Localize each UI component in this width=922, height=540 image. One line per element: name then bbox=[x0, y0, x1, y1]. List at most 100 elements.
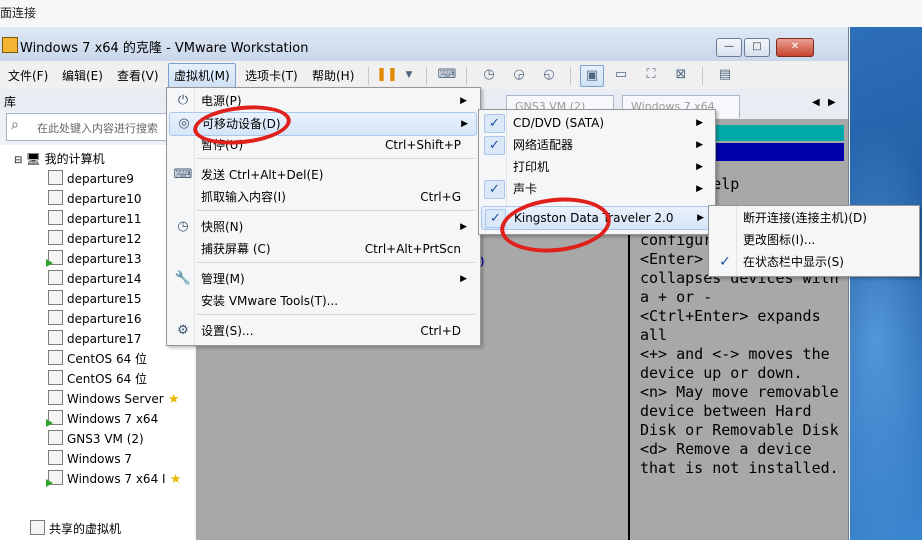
unity-icon[interactable]: ⊠ bbox=[670, 65, 692, 85]
tree-node-vm[interactable]: departure10 bbox=[48, 189, 142, 209]
vm-icon bbox=[46, 250, 63, 267]
power-icon: ⏻ bbox=[177, 93, 189, 108]
keyboard-icon: ⌨ bbox=[173, 167, 193, 182]
tree-node-shared-vms[interactable]: 共享的虚拟机 bbox=[30, 519, 121, 539]
vm-icon bbox=[48, 310, 63, 325]
menu-vm[interactable]: 虚拟机(M) bbox=[168, 63, 236, 88]
wrench-icon: 🔧 bbox=[174, 271, 192, 286]
strip-text: 面连接 bbox=[0, 6, 37, 20]
favorite-star-icon: ★ bbox=[165, 472, 182, 487]
collapse-icon[interactable]: ⊟ bbox=[14, 155, 26, 166]
menu-item-label: 抓取输入内容(I) bbox=[201, 190, 286, 204]
removable-device-item[interactable]: 打印机 ▶ bbox=[481, 156, 709, 178]
menu-view[interactable]: 查看(V) bbox=[117, 67, 159, 84]
search-icon: ⌕ bbox=[11, 117, 19, 133]
fullscreen-icon[interactable]: ⛶ bbox=[640, 65, 662, 85]
submenu-arrow-icon: ▶ bbox=[460, 222, 467, 232]
tree-node-vm[interactable]: Windows 7 x64 bbox=[46, 409, 158, 429]
removable-device-item[interactable]: ✓ CD/DVD (SATA) ▶ bbox=[481, 112, 709, 134]
menu-item-label: 断开连接(连接主机)(D) bbox=[743, 211, 867, 225]
check-icon: ✓ bbox=[719, 254, 731, 270]
vm-icon bbox=[48, 210, 63, 225]
tree-node-vm[interactable]: departure12 bbox=[48, 229, 142, 249]
submenu-arrow-icon: ▶ bbox=[696, 118, 703, 128]
vm-icon bbox=[48, 270, 63, 285]
pause-icon[interactable]: ❚❚ bbox=[376, 65, 398, 85]
submenu-arrow-icon: ▶ bbox=[461, 119, 468, 129]
snapshot-revert-icon[interactable]: ◶ bbox=[508, 65, 530, 85]
favorite-star-icon: ★ bbox=[163, 392, 180, 407]
tree-node-vm[interactable]: departure13 bbox=[46, 249, 142, 269]
submenu-arrow-icon: ▶ bbox=[697, 213, 704, 223]
menu-item-label: 更改图标(I)... bbox=[743, 233, 816, 247]
tree-node-vm[interactable]: departure11 bbox=[48, 209, 142, 229]
library-search-input[interactable]: ⌕ 在此处键入内容进行搜索 bbox=[6, 113, 193, 141]
tree-label: departure12 bbox=[67, 232, 142, 246]
tree-node-vm[interactable]: Windows Server ★ bbox=[48, 389, 180, 409]
menu-bar: 文件(F) 编辑(E) 查看(V) 虚拟机(M) 选项卡(T) 帮助(H) ❚❚… bbox=[0, 61, 848, 89]
tree-node-my-computer[interactable]: ⊟ 🖥 我的计算机 bbox=[14, 149, 105, 169]
usb-menu-item[interactable]: 更改图标(I)... bbox=[711, 229, 915, 251]
bios-help-line: Disk or Removable Disk bbox=[640, 421, 839, 439]
tree-node-vm[interactable]: departure15 bbox=[48, 289, 142, 309]
menu-item-label: 声卡 bbox=[513, 182, 538, 196]
vm-menu-item[interactable]: ⏻ 电源(P) ▶ bbox=[169, 90, 475, 112]
menu-help[interactable]: 帮助(H) bbox=[312, 67, 354, 84]
vm-menu-item[interactable]: 捕获屏幕 (C) Ctrl+Alt+PrtScn bbox=[169, 238, 475, 260]
close-button[interactable]: ✕ bbox=[776, 38, 814, 57]
tree-node-vm[interactable]: departure16 bbox=[48, 309, 142, 329]
tree-label: departure10 bbox=[67, 192, 142, 206]
removable-device-item[interactable]: ✓ 声卡 ▶ bbox=[481, 178, 709, 200]
chevron-down-icon[interactable]: ▼ bbox=[398, 65, 420, 85]
menu-file[interactable]: 文件(F) bbox=[8, 67, 48, 84]
tree-node-vm[interactable]: CentOS 64 位 bbox=[48, 349, 147, 369]
bios-help-line: all bbox=[640, 326, 668, 344]
library-view-icon[interactable]: ▣ bbox=[580, 65, 604, 87]
settings-icon: ⚙ bbox=[177, 323, 189, 338]
vm-menu-item[interactable]: 抓取输入内容(I) Ctrl+G bbox=[169, 186, 475, 208]
menu-item-label: CD/DVD (SATA) bbox=[513, 116, 605, 130]
tab-scroll-left-icon[interactable]: ◀ bbox=[812, 97, 820, 108]
tree-node-vm[interactable]: CentOS 64 位 bbox=[48, 369, 147, 389]
tree-node-vm[interactable]: departure14 bbox=[48, 269, 142, 289]
vm-menu-item[interactable]: ⌨ 发送 Ctrl+Alt+Del(E) bbox=[169, 164, 475, 186]
minimize-button[interactable]: — bbox=[716, 38, 742, 57]
tree-node-vm[interactable]: GNS3 VM (2) bbox=[48, 429, 144, 449]
vm-icon bbox=[48, 230, 63, 245]
menu-separator bbox=[197, 314, 475, 315]
send-keys-icon[interactable]: ⌨ bbox=[436, 65, 458, 85]
maximize-button[interactable]: □ bbox=[744, 38, 770, 57]
bios-help-line: <Ctrl+Enter> expands bbox=[640, 307, 821, 325]
toolbar-separator bbox=[368, 67, 369, 85]
menu-edit[interactable]: 编辑(E) bbox=[62, 67, 103, 84]
vm-menu-item[interactable]: ◷ 快照(N) ▶ bbox=[169, 216, 475, 238]
tree-node-vm[interactable]: departure17 bbox=[48, 329, 142, 349]
menu-item-label: 打印机 bbox=[513, 160, 550, 174]
check-icon: ✓ bbox=[484, 180, 505, 199]
menu-tabs[interactable]: 选项卡(T) bbox=[245, 67, 298, 84]
tree-label: Windows Server bbox=[67, 392, 164, 406]
tree-node-vm[interactable]: Windows 7 x64 I ★ bbox=[46, 469, 182, 489]
removable-device-item[interactable]: ✓ 网络适配器 ▶ bbox=[481, 134, 709, 156]
menu-separator bbox=[197, 210, 475, 211]
vm-icon bbox=[48, 350, 63, 365]
vm-menu-item[interactable]: ⚙ 设置(S)... Ctrl+D bbox=[169, 320, 475, 342]
snapshot-take-icon[interactable]: ◷ bbox=[478, 65, 500, 85]
snapshot-manager-icon[interactable]: ◵ bbox=[538, 65, 560, 85]
vm-menu-item[interactable]: 安装 VMware Tools(T)... bbox=[169, 290, 475, 312]
tree-node-vm[interactable]: Windows 7 bbox=[48, 449, 132, 469]
title-bar[interactable]: Windows 7 x64 的克隆 - VMware Workstation —… bbox=[0, 27, 848, 61]
disc-icon: ◎ bbox=[178, 116, 190, 131]
tree-label: departure16 bbox=[67, 312, 142, 326]
thumbnail-view-icon[interactable]: ▤ bbox=[714, 65, 736, 85]
vm-menu-item[interactable]: 🔧 管理(M) ▶ bbox=[169, 268, 475, 290]
menu-item-shortcut: Ctrl+Shift+P bbox=[385, 138, 461, 152]
vm-icon bbox=[48, 370, 63, 385]
usb-menu-item[interactable]: 断开连接(连接主机)(D) bbox=[711, 207, 915, 229]
console-view-icon[interactable]: ▭ bbox=[610, 65, 632, 85]
usb-menu-item[interactable]: ✓ 在状态栏中显示(S) bbox=[711, 251, 915, 273]
submenu-arrow-icon: ▶ bbox=[696, 184, 703, 194]
tab-scroll-right-icon[interactable]: ▶ bbox=[828, 97, 836, 108]
tree-node-vm[interactable]: departure9 bbox=[48, 169, 134, 189]
remote-connection-strip: 面连接 bbox=[0, 0, 922, 27]
